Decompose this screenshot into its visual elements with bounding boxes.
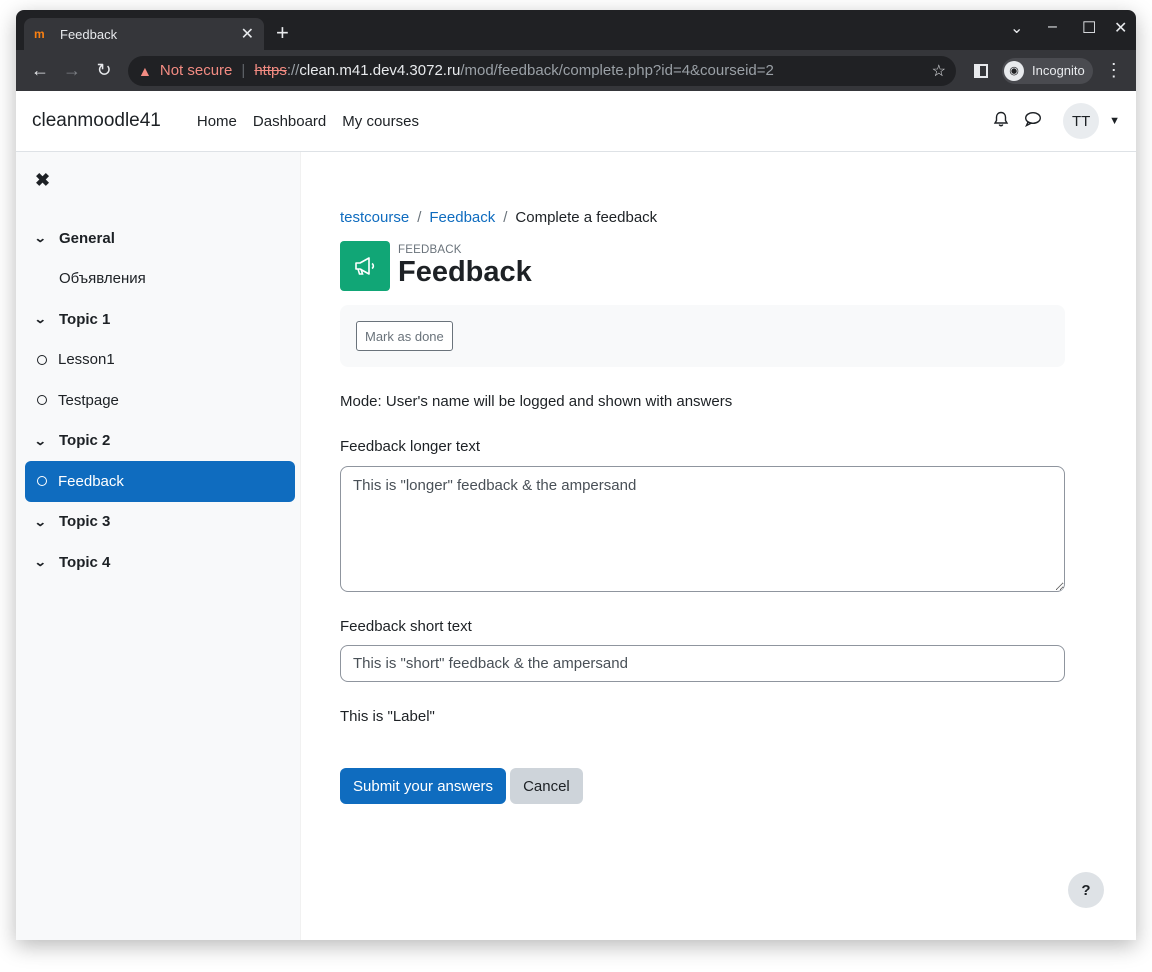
close-drawer-icon[interactable]: ✖ <box>35 170 50 191</box>
navbar-user-area: TT ▼ <box>985 103 1120 139</box>
chevron-down-icon[interactable]: ⌄ <box>34 434 63 448</box>
user-avatar[interactable]: TT <box>1063 103 1100 139</box>
bookmark-star-icon[interactable]: ☆ <box>932 61 946 81</box>
moodle-favicon-icon: m <box>34 27 45 41</box>
site-navbar: cleanmoodle41 Home Dashboard My courses … <box>16 91 1136 152</box>
close-tab-icon[interactable]: ✕ <box>241 24 254 44</box>
url-scheme-separator: :// <box>286 62 300 79</box>
url-protocol: https <box>254 62 287 79</box>
course-index-label: General <box>59 229 115 247</box>
warning-triangle-icon: ▲ <box>138 62 152 79</box>
course-index-item-lesson1[interactable]: Lesson1 <box>25 340 295 381</box>
back-arrow-icon[interactable]: ← <box>24 60 56 81</box>
completion-circle-icon <box>37 395 47 406</box>
page-content: ✖ ⌄ General Объявления ⌄ Topic 1 Lesson1 <box>16 152 1136 940</box>
notification-bell-icon[interactable] <box>985 111 1017 132</box>
url-host: clean.m41.dev4.3072.ru <box>299 62 461 79</box>
course-index-label: Объявления <box>59 270 146 288</box>
submit-answers-button[interactable]: Submit your answers <box>340 768 507 804</box>
mark-as-done-button[interactable]: Mark as done <box>356 321 453 351</box>
url-divider: | <box>241 62 246 79</box>
user-menu-chevron-icon[interactable]: ▼ <box>1109 115 1120 127</box>
course-index-section-topic-3[interactable]: ⌄ Topic 3 <box>25 502 295 543</box>
address-bar[interactable]: ▲ Not secure | https://clean.m41.dev4.30… <box>128 55 956 86</box>
close-window-icon[interactable]: ✕ <box>1114 18 1127 38</box>
megaphone-icon <box>340 241 390 291</box>
feedback-label-item: This is "Label" <box>340 708 435 725</box>
site-brand[interactable]: cleanmoodle41 <box>32 110 161 132</box>
not-secure-label: Not secure <box>159 62 233 79</box>
cancel-button[interactable]: Cancel <box>510 768 583 804</box>
nav-link-dashboard[interactable]: Dashboard <box>253 113 326 130</box>
header-text: FEEDBACK Feedback <box>398 244 532 289</box>
page-header: FEEDBACK Feedback <box>340 241 532 291</box>
browser-toolbar: ← → ↻ ▲ Not secure | https://clean.m41.d… <box>16 50 1136 91</box>
course-index-item-announcements[interactable]: Объявления <box>25 259 295 300</box>
incognito-icon: ◉ <box>1004 60 1024 81</box>
course-index-label: Feedback <box>58 472 124 490</box>
completion-circle-icon <box>37 476 47 487</box>
incognito-badge[interactable]: ◉ Incognito <box>1002 57 1093 84</box>
maximize-icon[interactable]: ☐ <box>1082 18 1096 38</box>
course-index-label: Testpage <box>58 391 119 409</box>
course-index-section-general[interactable]: ⌄ General <box>25 218 295 259</box>
browser-window: m Feedback ✕ + ⌄ – ☐ ✕ ← → ↻ ▲ Not secur… <box>16 10 1136 940</box>
tab-strip: m Feedback ✕ + ⌄ – ☐ ✕ <box>16 10 1136 50</box>
course-index-item-feedback[interactable]: Feedback <box>25 461 295 502</box>
forward-arrow-icon[interactable]: → <box>56 60 88 81</box>
nav-link-my-courses[interactable]: My courses <box>342 113 419 130</box>
mode-notice: Mode: User's name will be logged and sho… <box>340 393 733 410</box>
course-index-item-testpage[interactable]: Testpage <box>25 380 295 421</box>
chevron-down-icon[interactable]: ⌄ <box>34 555 63 569</box>
help-question-icon[interactable]: ? <box>1068 872 1104 908</box>
longer-text-label: Feedback longer text <box>340 438 481 455</box>
activity-type-label: FEEDBACK <box>398 243 462 256</box>
chevron-down-icon[interactable]: ⌄ <box>34 231 63 245</box>
tab-search-chevron-icon[interactable]: ⌄ <box>1010 18 1023 38</box>
chevron-down-icon[interactable]: ⌄ <box>34 312 63 326</box>
nav-link-home[interactable]: Home <box>197 113 237 130</box>
course-index-label: Topic 2 <box>59 432 111 450</box>
breadcrumb-link-course[interactable]: testcourse <box>340 209 409 226</box>
course-index: ⌄ General Объявления ⌄ Topic 1 Lesson1 T… <box>25 218 295 583</box>
completion-circle-icon <box>37 354 47 365</box>
course-index-drawer: ✖ ⌄ General Объявления ⌄ Topic 1 Lesson1 <box>16 152 301 940</box>
breadcrumb-separator: / <box>503 209 508 226</box>
url-path: /mod/feedback/complete.php?id=4&courseid… <box>460 62 774 79</box>
short-text-field[interactable] <box>340 645 1065 682</box>
incognito-label: Incognito <box>1032 63 1085 78</box>
breadcrumb: testcourse / Feedback / Complete a feedb… <box>340 209 657 226</box>
course-index-section-topic-1[interactable]: ⌄ Topic 1 <box>25 299 295 340</box>
chevron-down-icon[interactable]: ⌄ <box>34 515 63 529</box>
course-index-label: Topic 4 <box>59 553 111 571</box>
course-index-section-topic-2[interactable]: ⌄ Topic 2 <box>25 421 295 462</box>
new-tab-icon[interactable]: + <box>276 21 289 45</box>
page-title: Feedback <box>398 255 532 288</box>
course-index-label: Topic 3 <box>59 513 111 531</box>
reload-icon[interactable]: ↻ <box>88 60 120 81</box>
minimize-icon[interactable]: – <box>1048 18 1057 36</box>
short-text-label: Feedback short text <box>340 618 472 635</box>
browser-menu-icon[interactable]: ⋮ <box>1105 60 1123 81</box>
browser-tab-feedback[interactable]: m Feedback ✕ <box>24 18 264 50</box>
course-index-label: Topic 1 <box>59 310 111 328</box>
course-index-label: Lesson1 <box>58 351 115 369</box>
breadcrumb-current: Complete a feedback <box>515 209 658 226</box>
breadcrumb-link-feedback[interactable]: Feedback <box>429 209 495 226</box>
longer-text-field[interactable]: This is "longer" feedback & the ampersan… <box>340 466 1065 592</box>
course-index-section-topic-4[interactable]: ⌄ Topic 4 <box>25 542 295 583</box>
tab-title: Feedback <box>60 26 118 42</box>
form-actions: Submit your answers Cancel <box>340 768 583 804</box>
side-panel-icon[interactable] <box>974 63 988 78</box>
messages-bubble-icon[interactable] <box>1017 111 1049 131</box>
activity-completion-box: Mark as done <box>340 305 1065 367</box>
breadcrumb-separator: / <box>417 209 422 226</box>
